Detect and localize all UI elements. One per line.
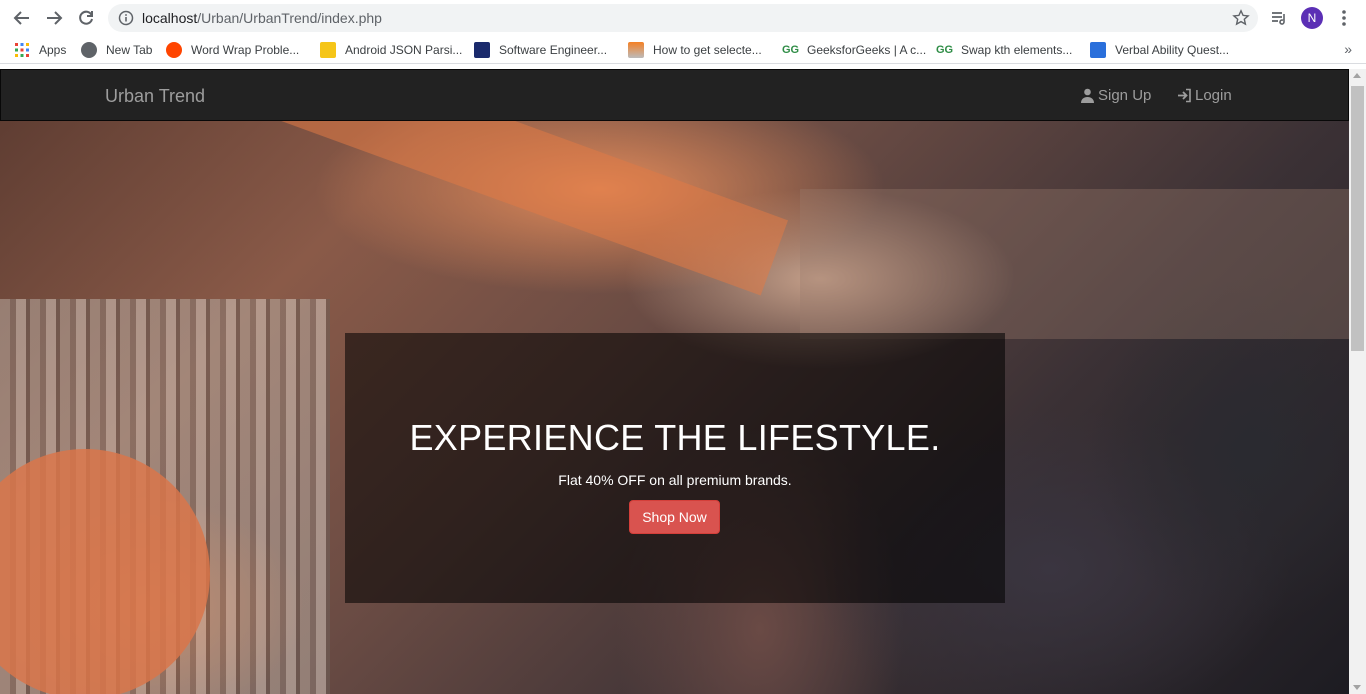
geeksforgeeks-icon: GG [936, 44, 954, 56]
hero-subtitle: Flat 40% OFF on all premium brands. [558, 472, 792, 488]
forward-arrow-icon[interactable] [42, 6, 66, 30]
bookmark-label: Software Engineer... [499, 43, 608, 57]
bookmark-apps[interactable]: Apps [14, 41, 66, 59]
scroll-down-arrow-icon[interactable] [1353, 685, 1361, 690]
avatar-initial: N [1301, 7, 1323, 29]
kebab-menu-icon[interactable] [1332, 6, 1356, 30]
bookmarks-overflow-chevron-icon[interactable]: » [1344, 41, 1352, 57]
bookmark-label: How to get selecte... [653, 43, 762, 57]
brand-link[interactable]: Urban Trend [105, 86, 205, 107]
bookmark-verbal-ability[interactable]: Verbal Ability Quest... [1090, 41, 1229, 59]
reddit-icon [166, 42, 182, 58]
android-json-icon [320, 42, 336, 58]
user-icon [1080, 88, 1095, 103]
bookmark-label: Android JSON Parsi... [345, 43, 463, 57]
hero-title: EXPERIENCE THE LIFESTYLE. [409, 417, 941, 458]
bookmark-software-engineer[interactable]: Software Engineer... [474, 41, 607, 59]
bookmark-star-icon[interactable] [1232, 9, 1250, 27]
bookmark-android-json[interactable]: Android JSON Parsi... [320, 41, 462, 59]
apps-grid-icon [14, 42, 30, 58]
bookmark-how-to-get[interactable]: How to get selecte... [628, 41, 762, 59]
signup-label: Sign Up [1098, 87, 1152, 104]
p-logo-icon [474, 42, 490, 58]
url-host: localhost [142, 10, 198, 26]
address-bar[interactable]: localhost/Urban/UrbanTrend/index.php [108, 4, 1258, 32]
bookmarks-bar: Apps New Tab Word Wrap Proble... Android… [0, 36, 1366, 64]
site-info-icon[interactable] [118, 10, 134, 26]
page-viewport: Urban Trend Sign Up Login EXPERIENCE THE… [0, 69, 1349, 694]
indiabix-icon [1090, 42, 1106, 58]
bookmark-label: Verbal Ability Quest... [1115, 43, 1230, 57]
login-link[interactable]: Login [1177, 87, 1232, 104]
bookmark-label: Swap kth elements... [961, 43, 1073, 57]
scroll-up-arrow-icon[interactable] [1353, 73, 1361, 78]
reload-icon[interactable] [74, 6, 98, 30]
hero-jumbotron: EXPERIENCE THE LIFESTYLE. Flat 40% OFF o… [345, 333, 1005, 603]
bookmark-label: GeeksforGeeks | A c... [807, 43, 927, 57]
scroll-thumb[interactable] [1351, 86, 1364, 351]
url-text[interactable]: localhost/Urban/UrbanTrend/index.php [142, 10, 382, 26]
globe-icon [81, 42, 97, 58]
login-label: Login [1195, 87, 1232, 104]
site-navbar: Urban Trend Sign Up Login [0, 69, 1349, 121]
bookmark-swap-kth[interactable]: GG Swap kth elements... [936, 41, 1072, 59]
page-scrollbar[interactable] [1349, 69, 1366, 694]
back-arrow-icon[interactable] [10, 6, 34, 30]
bookmark-label: New Tab [106, 43, 153, 57]
hero-decor [800, 189, 1349, 339]
profile-avatar[interactable]: N [1300, 6, 1324, 30]
log-in-icon [1177, 88, 1192, 103]
bookmark-word-wrap[interactable]: Word Wrap Proble... [166, 41, 299, 59]
url-path: /Urban/UrbanTrend/index.php [197, 10, 382, 26]
stackoverflow-icon [628, 42, 644, 58]
signup-link[interactable]: Sign Up [1080, 87, 1151, 104]
bookmark-new-tab[interactable]: New Tab [81, 41, 152, 59]
shop-now-button[interactable]: Shop Now [629, 500, 720, 534]
geeksforgeeks-icon: GG [782, 44, 800, 56]
bookmark-label: Word Wrap Proble... [191, 43, 300, 57]
bookmark-label: Apps [39, 43, 67, 57]
bookmark-geeksforgeeks[interactable]: GG GeeksforGeeks | A c... [782, 41, 926, 59]
reading-list-icon[interactable] [1267, 6, 1291, 30]
browser-toolbar: localhost/Urban/UrbanTrend/index.php N [0, 0, 1366, 36]
